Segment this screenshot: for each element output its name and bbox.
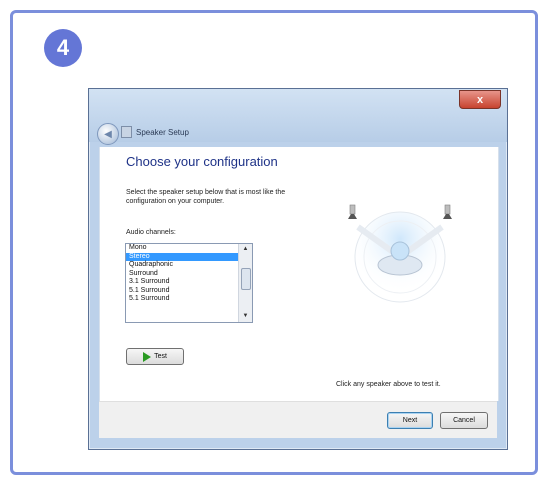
front-left-speaker-icon[interactable]	[348, 204, 357, 219]
audio-channels-listbox[interactable]: Mono Stereo Quadraphonic Surround 3.1 Surrou…	[125, 243, 253, 323]
speaker-test-hint: Click any speaker above to test it.	[336, 381, 441, 388]
channel-option[interactable]: Stereo	[126, 252, 238, 261]
speaker-icon	[121, 126, 132, 138]
channel-option[interactable]: 3.1 Surround	[126, 278, 238, 287]
close-button[interactable]: x	[459, 90, 501, 109]
channel-option[interactable]: Surround	[126, 270, 238, 279]
listbox-scrollbar[interactable]: ▲ ▼	[238, 244, 252, 322]
title-bar: x ◀ Speaker Setup	[89, 89, 507, 145]
next-button[interactable]: Next	[387, 412, 433, 429]
channel-option[interactable]: Mono	[126, 244, 238, 253]
listbox-items: Mono Stereo Quadraphonic Surround 3.1 Surrou…	[126, 244, 238, 304]
window-title-area: Speaker Setup	[121, 126, 189, 138]
page-heading: Choose your configuration	[126, 154, 278, 169]
channel-option[interactable]: 5.1 Surround	[126, 295, 238, 304]
cancel-button[interactable]: Cancel	[440, 412, 488, 429]
window-title: Speaker Setup	[136, 127, 189, 137]
front-right-speaker-icon[interactable]	[443, 204, 452, 219]
test-button-label: Test	[154, 353, 167, 360]
button-bar: Next Cancel	[99, 401, 497, 438]
content-panel: Choose your configuration Select the spe…	[99, 147, 499, 401]
audio-channels-label: Audio channels:	[126, 229, 176, 236]
scroll-down-icon[interactable]: ▼	[239, 311, 252, 322]
back-arrow-icon[interactable]: ◀	[97, 123, 119, 145]
listener-head-icon	[390, 241, 410, 261]
test-button[interactable]: Test	[126, 348, 184, 365]
speaker-setup-window: x ◀ Speaker Setup Choose your configurat…	[88, 88, 508, 450]
channel-option[interactable]: 5.1 Surround	[126, 287, 238, 296]
step-number-badge: 4	[44, 29, 82, 67]
scroll-up-icon[interactable]: ▲	[239, 244, 252, 255]
speaker-diagram	[348, 204, 452, 303]
scroll-thumb[interactable]	[241, 268, 251, 290]
description-text: Select the speaker setup below that is m…	[126, 189, 286, 205]
play-icon	[143, 351, 152, 362]
channel-option[interactable]: Quadraphonic	[126, 261, 238, 270]
